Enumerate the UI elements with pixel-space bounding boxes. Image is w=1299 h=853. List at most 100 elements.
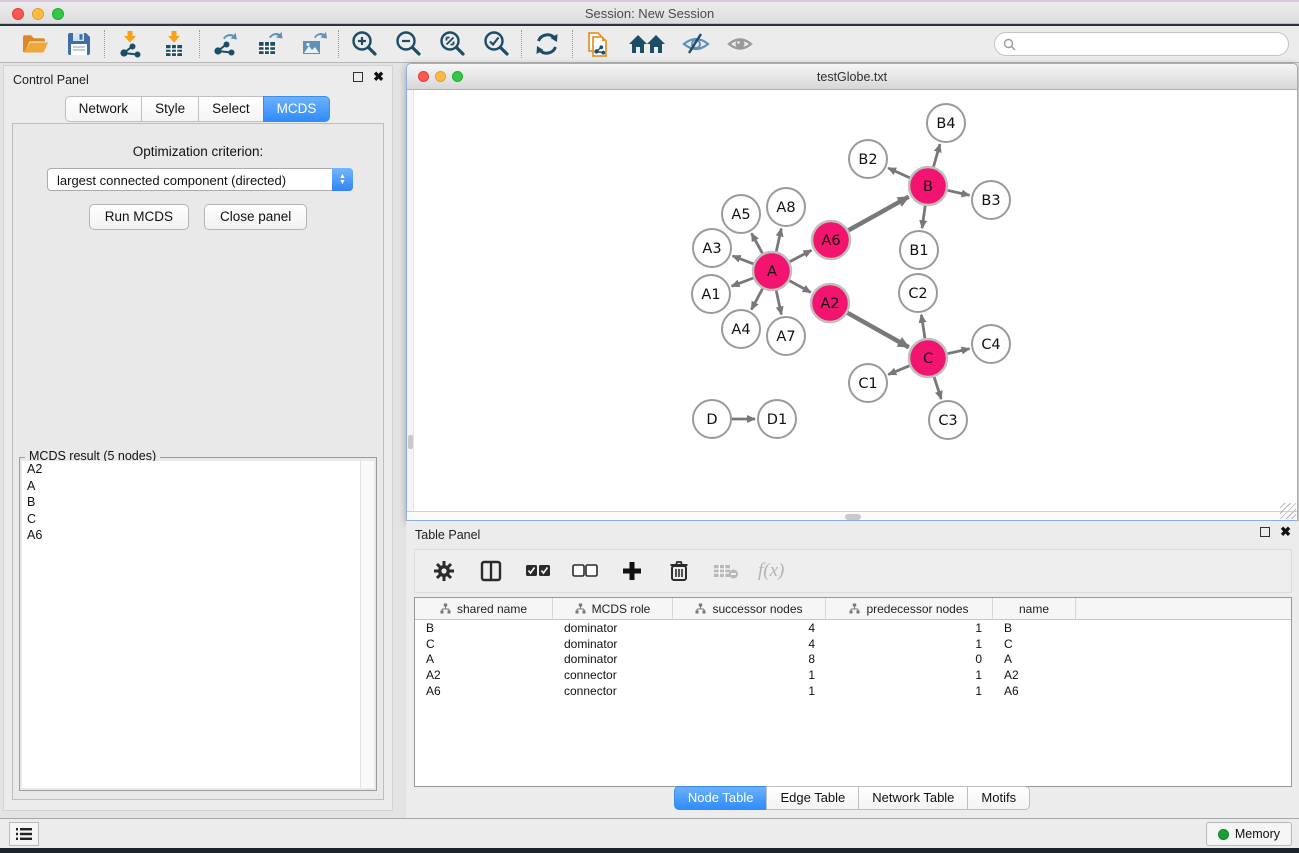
table-row[interactable]: Bdominator41B — [415, 620, 1291, 636]
mcds-result-item[interactable]: C — [22, 511, 374, 528]
delete-column-trash-icon[interactable] — [664, 556, 694, 586]
column-header-shared-name[interactable]: shared name — [415, 598, 553, 619]
show-all-eye-icon[interactable] — [725, 29, 755, 59]
graph-node-B2[interactable]: B2 — [849, 140, 887, 178]
graph-edge-A-A5 — [752, 233, 764, 256]
export-table-icon[interactable] — [254, 29, 284, 59]
memory-button[interactable]: Memory — [1206, 822, 1292, 846]
graph-node-A1[interactable]: A1 — [692, 275, 730, 313]
hide-selected-eye-icon[interactable] — [681, 29, 711, 59]
mcds-result-item[interactable]: A6 — [22, 527, 374, 544]
table-cell: connector — [553, 668, 673, 682]
graph-node-D1[interactable]: D1 — [758, 400, 796, 438]
tab-network[interactable]: Network — [65, 96, 143, 122]
graph-node-C1[interactable]: C1 — [849, 364, 887, 402]
zoom-in-icon[interactable] — [349, 29, 379, 59]
tab-style[interactable]: Style — [141, 96, 199, 122]
graph-node-C4[interactable]: C4 — [972, 325, 1010, 363]
table-cell: dominator — [553, 637, 673, 651]
graph-node-A2[interactable]: A2 — [811, 284, 849, 322]
network-vertical-scrollbar[interactable] — [407, 90, 414, 511]
column-header-mcds-role[interactable]: MCDS role — [553, 598, 673, 619]
create-column-plus-icon[interactable] — [617, 556, 647, 586]
zoom-fit-icon[interactable] — [437, 29, 467, 59]
import-network-icon[interactable] — [115, 29, 145, 59]
graph-node-A4[interactable]: A4 — [722, 310, 760, 348]
mcds-result-item[interactable]: A2 — [22, 461, 374, 478]
unselect-all-columns-icon[interactable] — [570, 556, 600, 586]
tab-mcds[interactable]: MCDS — [263, 96, 331, 122]
vertical-scroll-thumb[interactable] — [408, 435, 413, 449]
graph-node-B[interactable]: B — [909, 167, 947, 205]
graph-node-A3[interactable]: A3 — [693, 229, 731, 267]
graph-node-B4[interactable]: B4 — [927, 104, 965, 142]
table-settings-gear-icon[interactable] — [429, 556, 459, 586]
select-stepper-icon: ▲▼ — [332, 168, 353, 191]
close-table-panel-icon[interactable]: ✖ — [1280, 527, 1291, 537]
network-horizontal-scrollbar[interactable] — [407, 511, 1297, 520]
node-label: A — [767, 264, 777, 280]
select-all-columns-icon[interactable] — [523, 556, 553, 586]
table-row[interactable]: Cdominator41C — [415, 636, 1291, 652]
import-table-icon[interactable] — [159, 29, 189, 59]
result-scrollbar[interactable] — [360, 461, 374, 788]
table-row[interactable]: A2connector11A2 — [415, 667, 1291, 683]
horizontal-scroll-thumb[interactable] — [845, 514, 861, 520]
node-label: C4 — [981, 337, 1000, 353]
save-session-icon[interactable] — [64, 29, 94, 59]
tab-select[interactable]: Select — [198, 96, 264, 122]
tab-motifs[interactable]: Motifs — [967, 786, 1030, 810]
table-cell: C — [415, 637, 553, 651]
graph-edge-A-A4 — [751, 286, 764, 310]
run-mcds-button[interactable]: Run MCDS — [89, 204, 189, 230]
search-input[interactable] — [1020, 37, 1270, 51]
task-history-button[interactable] — [9, 822, 39, 846]
table-cell: A6 — [993, 684, 1076, 698]
graph-node-D[interactable]: D — [693, 400, 731, 438]
cybrowser-home-icon[interactable] — [627, 29, 667, 59]
float-panel-icon[interactable] — [353, 72, 363, 82]
close-panel-icon[interactable]: ✖ — [373, 72, 384, 82]
show-columns-icon[interactable] — [476, 556, 506, 586]
zoom-selected-icon[interactable] — [481, 29, 511, 59]
graph-node-B3[interactable]: B3 — [972, 181, 1010, 219]
column-header-name[interactable]: name — [993, 598, 1076, 619]
column-header-successor-nodes[interactable]: successor nodes — [673, 598, 826, 619]
tab-network-table[interactable]: Network Table — [858, 786, 968, 810]
mcds-result-list[interactable]: A2ABCA6 — [22, 461, 374, 788]
mcds-result-item[interactable]: A — [22, 478, 374, 495]
new-network-from-selection-icon[interactable] — [583, 29, 613, 59]
optimization-criterion-select[interactable]: largest connected component (directed) ▲… — [47, 168, 353, 191]
graph-node-A8[interactable]: A8 — [767, 188, 805, 226]
tab-edge-table[interactable]: Edge Table — [766, 786, 859, 810]
zoom-out-icon[interactable] — [393, 29, 423, 59]
export-image-icon[interactable] — [298, 29, 328, 59]
graph-node-A[interactable]: A — [753, 252, 791, 290]
table-row[interactable]: Adominator80A — [415, 652, 1291, 668]
refresh-icon[interactable] — [532, 29, 562, 59]
node-label: A3 — [702, 241, 721, 257]
optimization-criterion-label: Optimization criterion: — [13, 144, 383, 159]
graph-node-A7[interactable]: A7 — [767, 317, 805, 355]
delete-table-icon-disabled — [711, 556, 741, 586]
tab-node-table[interactable]: Node Table — [674, 786, 768, 810]
graph-node-C2[interactable]: C2 — [899, 274, 937, 312]
open-session-icon[interactable] — [20, 29, 50, 59]
float-table-panel-icon[interactable] — [1260, 527, 1270, 537]
network-canvas[interactable]: B4 B2 B B3 A5A8A6 A3 B1 A A1 C2 A2 A4A7 C4 C C1 C3 D D1 — [407, 90, 1297, 511]
export-network-icon[interactable] — [210, 29, 240, 59]
graph-node-A5[interactable]: A5 — [722, 195, 760, 233]
close-panel-button[interactable]: Close panel — [204, 204, 307, 230]
table-row[interactable]: A6connector11A6 — [415, 683, 1291, 699]
graph-node-C[interactable]: C — [909, 339, 947, 377]
table-cell: B — [415, 621, 553, 635]
network-window-titlebar[interactable]: testGlobe.txt — [407, 64, 1297, 90]
column-header-predecessor-nodes[interactable]: predecessor nodes — [826, 598, 993, 619]
mcds-result-item[interactable]: B — [22, 494, 374, 511]
node-label: D — [706, 412, 717, 428]
graph-node-A6[interactable]: A6 — [812, 221, 850, 259]
graph-node-B1[interactable]: B1 — [900, 231, 938, 269]
graph-node-C3[interactable]: C3 — [929, 401, 967, 439]
window-resize-grip[interactable] — [1280, 503, 1296, 519]
toolbar-search-field[interactable] — [994, 32, 1289, 56]
